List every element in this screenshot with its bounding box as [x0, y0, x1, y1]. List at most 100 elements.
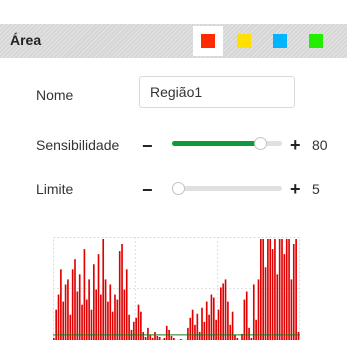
motion-chart [53, 237, 300, 340]
chart-bar [276, 274, 279, 340]
chart-bar [78, 274, 81, 340]
chart-bar [97, 254, 100, 340]
limit-slider[interactable] [171, 182, 282, 195]
color-swatch-green[interactable] [309, 34, 323, 48]
sensitivity-slider-thumb[interactable] [254, 137, 267, 150]
chart-bar [123, 289, 126, 340]
chart-bar [234, 334, 236, 340]
sensitivity-decrease-button[interactable]: − [142, 137, 153, 155]
chart-bar [229, 324, 232, 340]
chart-bar [194, 324, 196, 340]
chart-bar [90, 309, 93, 340]
chart-bar [285, 239, 288, 340]
chart-bar [62, 301, 65, 340]
motion-chart-svg [53, 237, 300, 340]
chart-bar [295, 239, 297, 340]
chart-bar [64, 284, 67, 340]
chart-bar [222, 283, 225, 340]
chart-bar [290, 279, 293, 340]
chart-bar [281, 239, 283, 340]
chart-bar [262, 239, 265, 340]
chart-bar [142, 331, 145, 340]
chart-bar [147, 327, 149, 340]
chart-bar [102, 239, 105, 340]
chart-bar [267, 239, 269, 340]
chart-bar [140, 311, 142, 340]
chart-bar [121, 244, 123, 340]
chart-bar [71, 269, 74, 340]
chart-bar [245, 291, 248, 340]
chart-bar [217, 309, 220, 340]
chart-bar [271, 249, 274, 340]
chart-bar [274, 239, 276, 340]
chart-bar [215, 319, 217, 340]
name-label: Nome [36, 87, 74, 103]
chart-bar [100, 294, 102, 340]
chart-bar [196, 313, 199, 340]
chart-bar [189, 317, 192, 340]
chart-bar [165, 325, 168, 340]
chart-bar [288, 239, 290, 340]
chart-bar [191, 309, 194, 340]
chart-bar [231, 311, 234, 340]
sensitivity-value: 80 [312, 137, 328, 153]
area-title: Área [10, 32, 42, 48]
chart-bar [118, 251, 121, 340]
name-input[interactable] [139, 76, 295, 108]
limit-label: Limite [36, 181, 74, 197]
limit-increase-button[interactable]: + [290, 180, 301, 198]
chart-bar [69, 314, 72, 340]
sensitivity-increase-button[interactable]: + [290, 136, 301, 154]
chart-bar [57, 294, 60, 340]
chart-bar [125, 269, 128, 340]
chart-bar [257, 279, 260, 340]
area-header: Área [0, 24, 347, 58]
chart-bar [187, 327, 189, 340]
chart-bar [292, 244, 295, 340]
chart-bar [264, 267, 267, 340]
chart-bar [111, 311, 114, 340]
chart-bar [224, 279, 227, 340]
limit-decrease-button[interactable]: − [142, 181, 153, 199]
chart-bar [283, 254, 286, 340]
chart-bar [83, 249, 86, 340]
chart-bar [278, 239, 281, 340]
color-swatch-cyan[interactable] [273, 34, 287, 48]
chart-bar [128, 314, 130, 340]
chart-bar [114, 294, 116, 340]
chart-bar [208, 314, 210, 340]
color-swatch-yellow[interactable] [237, 34, 251, 48]
chart-bar [269, 239, 272, 340]
chart-bar [85, 299, 88, 340]
chart-bar [205, 301, 208, 340]
chart-bar [198, 331, 201, 340]
chart-bar [248, 327, 250, 340]
chart-bar [156, 335, 159, 340]
chart-bar [212, 297, 215, 340]
sensitivity-slider[interactable] [172, 137, 282, 150]
chart-bar [67, 279, 69, 340]
chart-bar [297, 331, 300, 340]
chart-bar [107, 301, 109, 340]
chart-bar [74, 259, 76, 340]
chart-bar [92, 264, 95, 340]
limit-slider-thumb[interactable] [171, 182, 185, 195]
chart-bar [203, 321, 206, 340]
chart-bar [95, 289, 97, 340]
limit-value: 5 [312, 181, 320, 197]
chart-bar [260, 239, 262, 340]
chart-bar [170, 335, 173, 340]
sensitivity-label: Sensibilidade [36, 137, 120, 153]
color-swatch-red[interactable] [201, 34, 215, 48]
chart-bar [227, 301, 229, 340]
chart-bar [255, 319, 257, 340]
chart-bar [88, 279, 90, 340]
chart-bar [210, 294, 213, 340]
sensitivity-slider-fill [172, 141, 260, 146]
chart-bar [252, 284, 255, 340]
chart-bar [76, 291, 79, 340]
chart-bar [149, 334, 152, 340]
chart-bar [132, 321, 135, 340]
chart-bar [55, 309, 57, 340]
chart-bar [220, 287, 222, 340]
